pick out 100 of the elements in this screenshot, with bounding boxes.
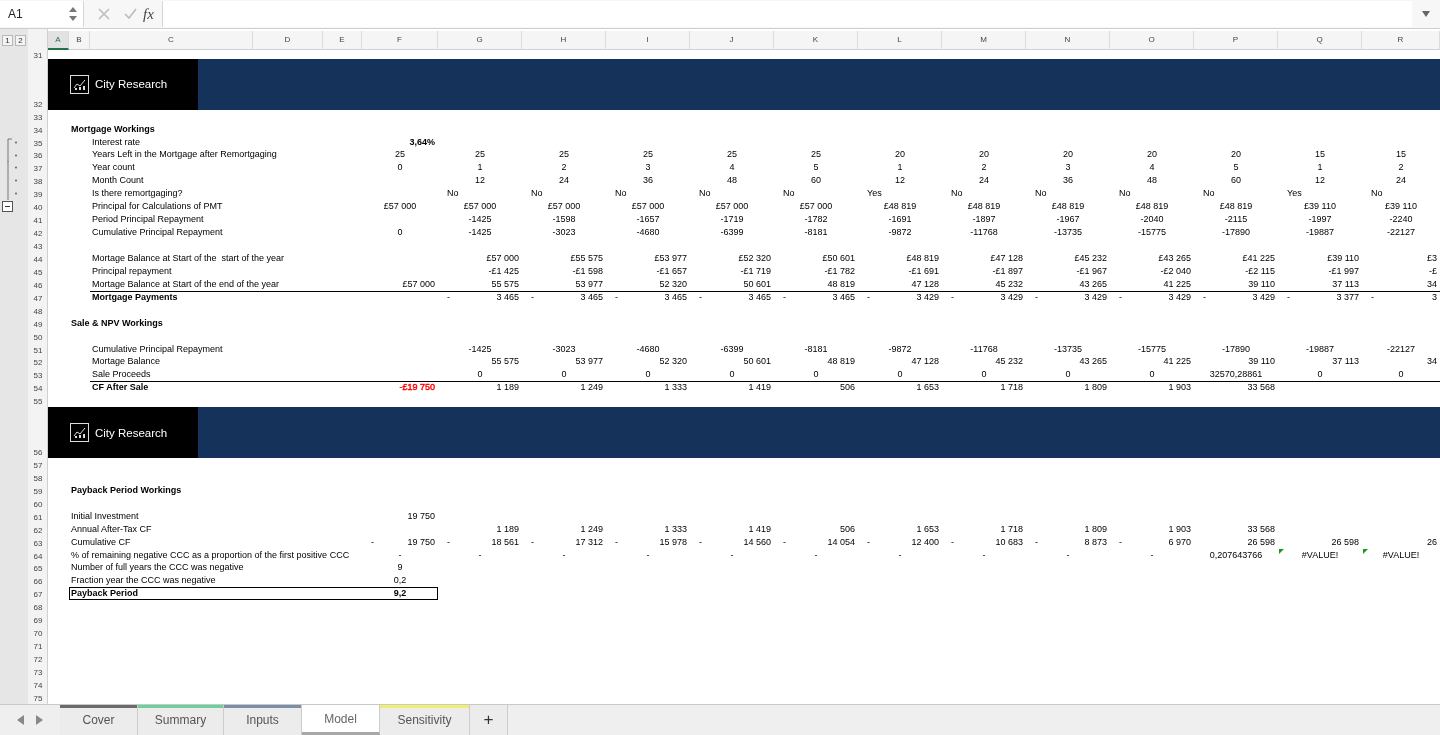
row-number[interactable]: 71: [33, 641, 43, 653]
column-header[interactable]: A: [48, 31, 69, 50]
row-number[interactable]: 33: [33, 111, 43, 123]
row-number[interactable]: 38: [33, 176, 43, 188]
sign-marker: -: [1035, 536, 1038, 548]
cancel-icon[interactable]: [98, 8, 110, 20]
sheet-tab[interactable]: Sensitivity: [380, 705, 470, 735]
row-number[interactable]: 60: [33, 498, 43, 510]
row-number[interactable]: 47: [33, 292, 43, 304]
collapse-button[interactable]: [2, 201, 13, 213]
cell-value: 32570,28861: [1209, 369, 1263, 381]
row-number[interactable]: 63: [33, 537, 43, 549]
cell-value: £57 000: [547, 201, 581, 213]
row-number[interactable]: 51: [33, 344, 43, 356]
row-number[interactable]: 53: [33, 370, 43, 382]
sign-marker: -: [783, 291, 786, 303]
cell-value: 12 400: [911, 536, 939, 548]
column-header[interactable]: I: [606, 31, 690, 50]
row-number[interactable]: 46: [33, 279, 43, 291]
row-number[interactable]: 36: [33, 150, 43, 162]
sheet-tab[interactable]: Summary: [138, 705, 224, 735]
cell-value: 36: [1063, 175, 1073, 187]
row-number[interactable]: 35: [33, 137, 43, 149]
row-number[interactable]: 65: [33, 563, 43, 575]
column-header[interactable]: N: [1026, 31, 1110, 50]
column-header[interactable]: K: [774, 31, 858, 50]
row-number[interactable]: 31: [33, 49, 43, 61]
row-number[interactable]: 68: [33, 602, 43, 614]
row-number[interactable]: 64: [33, 550, 43, 562]
formula-input[interactable]: [161, 1, 1412, 27]
column-header[interactable]: O: [1110, 31, 1194, 50]
cell-value: 34: [1427, 356, 1437, 368]
sheet-tab[interactable]: Model: [302, 705, 380, 735]
brand-name: City Research: [95, 426, 168, 439]
sheet-tab[interactable]: Inputs: [224, 705, 302, 735]
row-label: Mortage Balance at Start of the start of the year: [92, 252, 285, 264]
column-header[interactable]: E: [323, 31, 362, 50]
row-number[interactable]: 57: [33, 459, 43, 471]
row-number[interactable]: 55: [33, 396, 43, 408]
column-header[interactable]: F: [362, 31, 438, 50]
cell-value: 47 128: [911, 356, 939, 368]
row-number[interactable]: 70: [33, 628, 43, 640]
outline-level-button[interactable]: 1: [2, 34, 13, 46]
cell-value: 20: [895, 149, 905, 161]
row-number[interactable]: 49: [33, 318, 43, 330]
row-number[interactable]: 42: [33, 228, 43, 240]
next-sheet-icon[interactable]: [36, 715, 43, 725]
cell-value: -: [562, 549, 566, 561]
row-number[interactable]: 56: [33, 447, 43, 458]
column-header[interactable]: P: [1194, 31, 1278, 50]
cell-value: 0: [897, 369, 903, 381]
row-number[interactable]: 40: [33, 202, 43, 214]
row-number[interactable]: 54: [33, 383, 43, 395]
row-number[interactable]: 52: [33, 357, 43, 369]
row-number[interactable]: 73: [33, 666, 43, 678]
sign-marker: -: [1371, 291, 1374, 303]
row-number[interactable]: 67: [33, 589, 43, 601]
row-number[interactable]: 43: [33, 241, 43, 252]
sheet-tab[interactable]: Cover: [60, 705, 138, 735]
row-number[interactable]: 37: [33, 163, 43, 175]
caret-icon[interactable]: [1422, 11, 1430, 17]
cell-value: -£2 040: [1160, 265, 1191, 277]
row-number[interactable]: 58: [33, 472, 43, 484]
row-number[interactable]: 39: [33, 189, 43, 201]
row-number[interactable]: 74: [33, 679, 43, 691]
row-number[interactable]: 50: [33, 331, 43, 343]
cell-value: £3: [1427, 252, 1437, 264]
outline-level-button[interactable]: 2: [15, 34, 26, 46]
name-box[interactable]: A1: [0, 1, 84, 27]
row-number[interactable]: 61: [33, 511, 43, 523]
cell-value: -19887: [1306, 227, 1334, 239]
column-header[interactable]: C: [90, 31, 253, 50]
column-header[interactable]: R: [1362, 31, 1440, 50]
row-number[interactable]: 34: [33, 124, 43, 136]
column-header[interactable]: L: [858, 31, 942, 50]
row-number[interactable]: 69: [33, 615, 43, 627]
row-number[interactable]: 72: [33, 654, 43, 665]
column-header[interactable]: M: [942, 31, 1026, 50]
column-header[interactable]: H: [522, 31, 606, 50]
row-number[interactable]: 48: [33, 305, 43, 317]
row-number[interactable]: 66: [33, 576, 43, 588]
column-header[interactable]: G: [438, 31, 522, 50]
previous-sheet-icon[interactable]: [17, 715, 24, 725]
row-number[interactable]: 44: [33, 253, 43, 265]
cell-value: 1 653: [916, 382, 939, 394]
insert-function-button[interactable]: fx: [143, 5, 154, 23]
column-header[interactable]: Q: [1278, 31, 1362, 50]
column-header[interactable]: J: [690, 31, 774, 50]
stepper-icon[interactable]: [69, 6, 77, 22]
row-number[interactable]: 45: [33, 266, 43, 278]
row-number[interactable]: 41: [33, 215, 43, 227]
row-number[interactable]: 62: [33, 524, 43, 536]
check-icon[interactable]: [124, 8, 137, 20]
cell-value: £48 819: [1219, 201, 1253, 213]
row-number[interactable]: 75: [33, 692, 43, 704]
row-number[interactable]: 59: [33, 485, 43, 497]
column-header[interactable]: B: [69, 31, 90, 50]
chart-logo-icon: [70, 423, 89, 443]
row-number[interactable]: 32: [33, 98, 43, 110]
column-header[interactable]: D: [253, 31, 323, 50]
